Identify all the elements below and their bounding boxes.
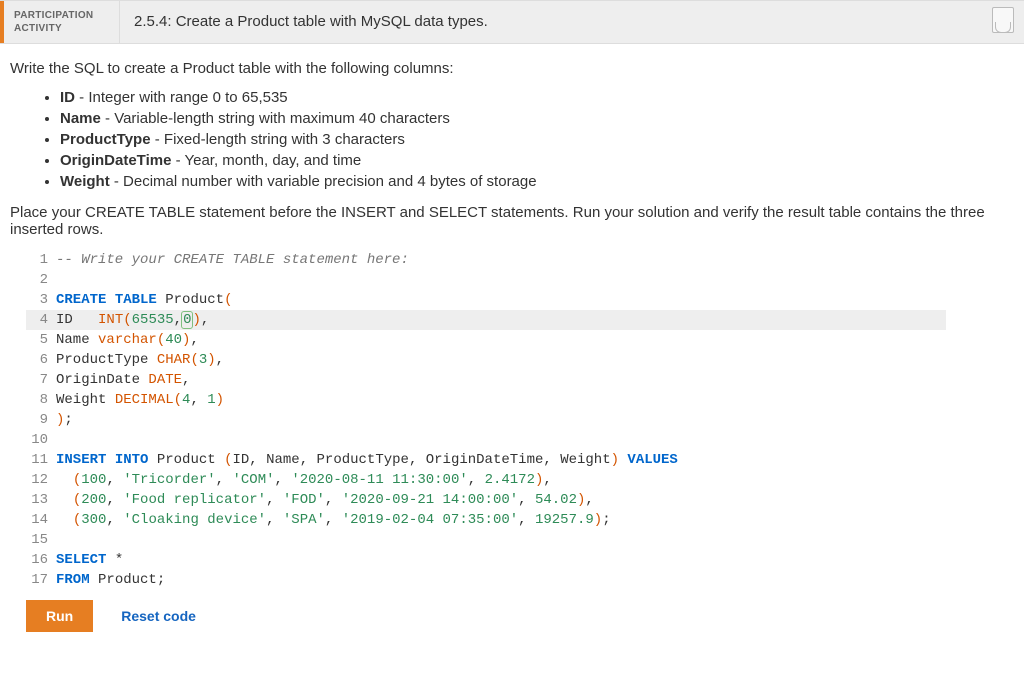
reset-code-button[interactable]: Reset code bbox=[121, 608, 196, 624]
line-number: 4 bbox=[26, 310, 56, 330]
activity-title: 2.5.4: Create a Product table with MySQL… bbox=[120, 1, 502, 43]
activity-tag: PARTICIPATION ACTIVITY bbox=[0, 1, 120, 43]
column-desc: - Year, month, day, and time bbox=[171, 152, 361, 169]
column-name: OriginDateTime bbox=[60, 152, 171, 169]
code-text[interactable]: ProductType CHAR(3), bbox=[56, 350, 946, 370]
code-text[interactable]: (100, 'Tricorder', 'COM', '2020-08-11 11… bbox=[56, 470, 946, 490]
code-text[interactable]: Weight DECIMAL(4, 1) bbox=[56, 390, 946, 410]
code-text[interactable]: ); bbox=[56, 410, 946, 430]
code-line[interactable]: 14 (300, 'Cloaking device', 'SPA', '2019… bbox=[26, 510, 946, 530]
column-name: ID bbox=[60, 89, 75, 106]
code-line[interactable]: 1-- Write your CREATE TABLE statement he… bbox=[26, 250, 946, 270]
line-number: 8 bbox=[26, 390, 56, 410]
code-line[interactable]: 9); bbox=[26, 410, 946, 430]
code-line[interactable]: 3CREATE TABLE Product( bbox=[26, 290, 946, 310]
code-text[interactable] bbox=[56, 270, 946, 290]
line-number: 5 bbox=[26, 330, 56, 350]
code-text[interactable]: Name varchar(40), bbox=[56, 330, 946, 350]
tag-line-2: ACTIVITY bbox=[14, 23, 62, 34]
code-line[interactable]: 13 (200, 'Food replicator', 'FOD', '2020… bbox=[26, 490, 946, 510]
code-text[interactable] bbox=[56, 430, 946, 450]
code-line[interactable]: 12 (100, 'Tricorder', 'COM', '2020-08-11… bbox=[26, 470, 946, 490]
line-number: 13 bbox=[26, 490, 56, 510]
column-spec-item: ID - Integer with range 0 to 65,535 bbox=[60, 89, 1014, 106]
code-text[interactable]: (300, 'Cloaking device', 'SPA', '2019-02… bbox=[56, 510, 946, 530]
code-line[interactable]: 16SELECT * bbox=[26, 550, 946, 570]
code-text[interactable]: SELECT * bbox=[56, 550, 946, 570]
column-desc: - Integer with range 0 to 65,535 bbox=[75, 89, 288, 106]
code-line[interactable]: 5Name varchar(40), bbox=[26, 330, 946, 350]
column-name: Weight bbox=[60, 173, 110, 190]
code-text[interactable]: INSERT INTO Product (ID, Name, ProductTy… bbox=[56, 450, 946, 470]
line-number: 7 bbox=[26, 370, 56, 390]
code-text[interactable]: (200, 'Food replicator', 'FOD', '2020-09… bbox=[56, 490, 946, 510]
code-editor[interactable]: 1-- Write your CREATE TABLE statement he… bbox=[26, 250, 946, 590]
column-desc: - Fixed-length string with 3 characters bbox=[151, 131, 405, 148]
column-name: ProductType bbox=[60, 131, 151, 148]
line-number: 14 bbox=[26, 510, 56, 530]
line-number: 6 bbox=[26, 350, 56, 370]
code-line[interactable]: 2 bbox=[26, 270, 946, 290]
prompt-outro: Place your CREATE TABLE statement before… bbox=[10, 204, 1014, 238]
run-button[interactable]: Run bbox=[26, 600, 93, 632]
column-spec-list: ID - Integer with range 0 to 65,535 Name … bbox=[10, 89, 1014, 190]
column-spec-item: Name - Variable-length string with maxim… bbox=[60, 110, 1014, 127]
activity-container: PARTICIPATION ACTIVITY 2.5.4: Create a P… bbox=[0, 0, 1024, 648]
code-line[interactable]: 4ID INT(65535,0), bbox=[26, 310, 946, 330]
code-text[interactable]: CREATE TABLE Product( bbox=[56, 290, 946, 310]
line-number: 16 bbox=[26, 550, 56, 570]
line-number: 17 bbox=[26, 570, 56, 590]
prompt-intro: Write the SQL to create a Product table … bbox=[10, 60, 1014, 77]
code-line[interactable]: 6ProductType CHAR(3), bbox=[26, 350, 946, 370]
line-number: 10 bbox=[26, 430, 56, 450]
code-line[interactable]: 8Weight DECIMAL(4, 1) bbox=[26, 390, 946, 410]
code-line[interactable]: 10 bbox=[26, 430, 946, 450]
line-number: 2 bbox=[26, 270, 56, 290]
code-line[interactable]: 17FROM Product; bbox=[26, 570, 946, 590]
code-line[interactable]: 7OriginDate DATE, bbox=[26, 370, 946, 390]
line-number: 15 bbox=[26, 530, 56, 550]
line-number: 12 bbox=[26, 470, 56, 490]
line-number: 9 bbox=[26, 410, 56, 430]
line-number: 11 bbox=[26, 450, 56, 470]
tag-line-1: PARTICIPATION bbox=[14, 10, 93, 21]
code-text[interactable]: -- Write your CREATE TABLE statement her… bbox=[56, 250, 946, 270]
column-desc: - Decimal number with variable precision… bbox=[110, 173, 537, 190]
code-line[interactable]: 15 bbox=[26, 530, 946, 550]
line-number: 3 bbox=[26, 290, 56, 310]
code-text[interactable]: ID INT(65535,0), bbox=[56, 310, 946, 330]
column-spec-item: ProductType - Fixed-length string with 3… bbox=[60, 131, 1014, 148]
code-line[interactable]: 11INSERT INTO Product (ID, Name, Product… bbox=[26, 450, 946, 470]
column-spec-item: OriginDateTime - Year, month, day, and t… bbox=[60, 152, 1014, 169]
column-spec-item: Weight - Decimal number with variable pr… bbox=[60, 173, 1014, 190]
code-text[interactable]: OriginDate DATE, bbox=[56, 370, 946, 390]
line-number: 1 bbox=[26, 250, 56, 270]
column-name: Name bbox=[60, 110, 101, 127]
bookmark-icon[interactable] bbox=[992, 7, 1014, 33]
code-text[interactable]: FROM Product; bbox=[56, 570, 946, 590]
code-text[interactable] bbox=[56, 530, 946, 550]
activity-header: PARTICIPATION ACTIVITY 2.5.4: Create a P… bbox=[0, 1, 1024, 44]
activity-content: Write the SQL to create a Product table … bbox=[0, 44, 1024, 648]
editor-buttons: Run Reset code bbox=[10, 596, 1014, 640]
column-desc: - Variable-length string with maximum 40… bbox=[101, 110, 450, 127]
